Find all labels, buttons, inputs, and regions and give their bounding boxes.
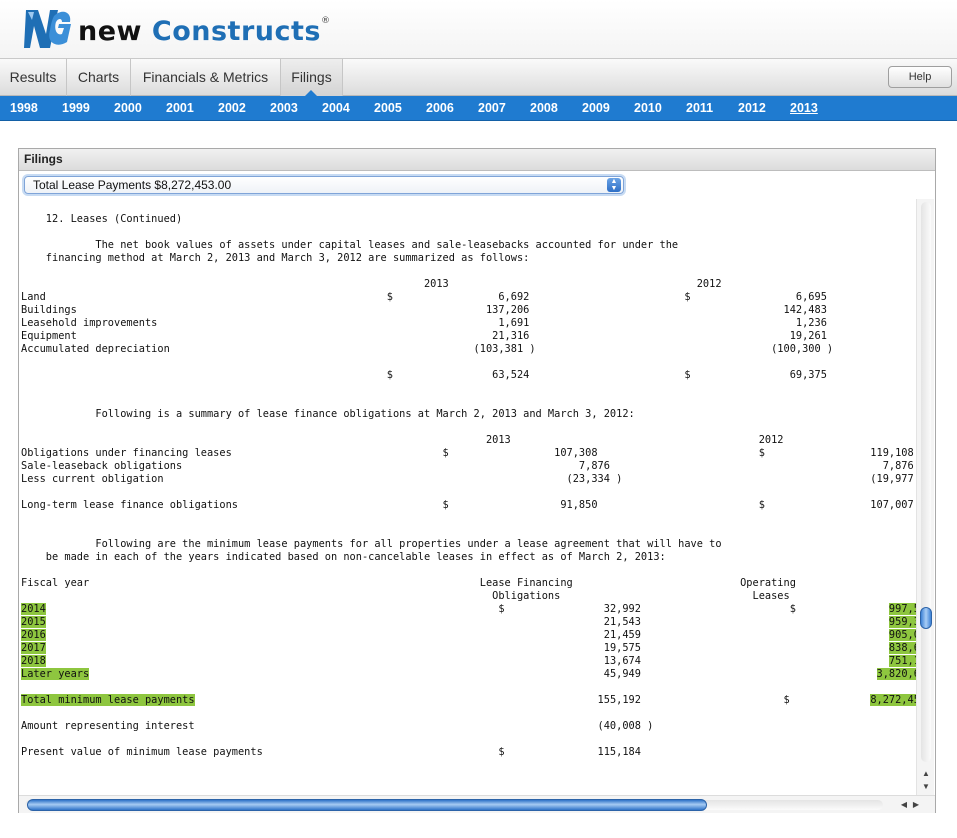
year-link-1999[interactable]: 1999: [62, 96, 90, 121]
filing-text-line: Obligations under financing leases $ 107…: [21, 447, 914, 459]
filing-text-line: Long-term lease finance obligations $ 91…: [21, 499, 914, 511]
year-link-2000[interactable]: 2000: [114, 96, 142, 121]
year-link-2007[interactable]: 2007: [478, 96, 506, 121]
filing-text-line: Following are the minimum lease payments…: [21, 538, 722, 550]
vertical-scroll-thumb[interactable]: [920, 607, 932, 629]
filing-text-line: Total minimum lease payments 155,192 $ 8…: [21, 694, 917, 706]
scroll-left-arrow-icon[interactable]: ◀: [899, 799, 909, 811]
horizontal-scrollbar[interactable]: ◀ ▶: [19, 795, 935, 813]
filing-text-line: be made in each of the years indicated b…: [21, 551, 666, 563]
filing-text-line: 2018 13,674 751,161: [21, 655, 917, 667]
filing-text-line: $ 63,524 $ 69,375: [21, 369, 827, 381]
filing-text-line: 2017 19,575 838,639: [21, 642, 917, 654]
scroll-right-arrow-icon[interactable]: ▶: [911, 799, 921, 811]
main-nav-tabs: Results Charts Financials & Metrics Fili…: [0, 58, 957, 97]
updown-arrows-icon: ▲ ▼: [607, 178, 621, 192]
tab-charts[interactable]: Charts: [67, 59, 131, 96]
filing-text-line: 2013 2012: [21, 278, 722, 290]
filing-text-line: Accumulated depreciation (103,381 ) (100…: [21, 343, 834, 355]
year-selector-bar: 1998 1999 2000 2001 2002 2003 2004 2005 …: [0, 96, 957, 121]
filing-text-line: Less current obligation (23,334 ) (19,97…: [21, 473, 917, 485]
filing-text-viewer: 12. Leases (Continued) The net book valu…: [21, 201, 917, 796]
year-link-2009[interactable]: 2009: [582, 96, 610, 121]
scroll-up-arrow-icon[interactable]: ▲: [921, 768, 931, 780]
new-constructs-logo-icon: [24, 10, 71, 48]
filing-text-line: 2014 $ 32,992 $ 997,548: [21, 603, 917, 615]
tab-results[interactable]: Results: [0, 59, 67, 96]
brand-wordmark: new Constructs®: [78, 16, 330, 47]
filing-text-line: Land $ 6,692 $ 6,695: [21, 291, 827, 303]
year-link-2011[interactable]: 2011: [686, 96, 713, 121]
filing-text-line: Amount representing interest (40,008 ): [21, 720, 654, 732]
filing-text-line: 2016 21,459 905,031: [21, 629, 917, 641]
filing-text-line: Fiscal year Lease Financing Operating: [21, 577, 796, 589]
year-link-2004[interactable]: 2004: [322, 96, 350, 121]
year-link-2013[interactable]: 2013: [790, 96, 818, 121]
filing-text-line: Buildings 137,206 142,483: [21, 304, 827, 316]
year-link-2001[interactable]: 2001: [166, 96, 194, 121]
panel-title: Filings: [19, 149, 935, 171]
year-link-2002[interactable]: 2002: [218, 96, 246, 121]
year-link-1998[interactable]: 1998: [10, 96, 38, 121]
filing-text-line: 12. Leases (Continued): [21, 213, 183, 225]
vertical-scrollbar[interactable]: ▲ ▼: [916, 199, 934, 797]
filing-text-line: 2013 2012: [21, 434, 784, 446]
filing-text-line: 2015 21,543 959,376: [21, 616, 917, 628]
filing-text-line: Later years 45,949 3,820,698: [21, 668, 917, 680]
brand-name-part-a: new: [78, 16, 152, 47]
year-link-2008[interactable]: 2008: [530, 96, 558, 121]
filing-section-select-value: Total Lease Payments $8,272,453.00: [33, 178, 232, 192]
filings-panel: Filings Total Lease Payments $8,272,453.…: [18, 148, 936, 813]
filing-text-line: Leasehold improvements 1,691 1,236: [21, 317, 827, 329]
filing-text-line: Present value of minimum lease payments …: [21, 746, 641, 758]
filing-text-line: financing method at March 2, 2013 and Ma…: [21, 252, 530, 264]
scroll-down-arrow-icon[interactable]: ▼: [921, 781, 931, 793]
year-link-2003[interactable]: 2003: [270, 96, 298, 121]
filing-text-line: Obligations Leases: [21, 590, 790, 602]
filing-section-select[interactable]: Total Lease Payments $8,272,453.00 ▲ ▼: [24, 176, 624, 194]
app-header: new Constructs®: [0, 0, 957, 58]
year-link-2005[interactable]: 2005: [374, 96, 402, 121]
help-button[interactable]: Help: [888, 66, 952, 88]
registered-mark: ®: [320, 16, 331, 26]
horizontal-scroll-thumb[interactable]: [27, 799, 707, 811]
filing-text-line: Sale-leaseback obligations 7,876 7,876: [21, 460, 914, 472]
vertical-scroll-track[interactable]: [921, 202, 931, 762]
filing-text-line: Following is a summary of lease finance …: [21, 408, 635, 420]
year-link-2006[interactable]: 2006: [426, 96, 454, 121]
tab-financials-metrics[interactable]: Financials & Metrics: [131, 59, 281, 96]
year-link-2012[interactable]: 2012: [738, 96, 766, 121]
filing-text-line: Equipment 21,316 19,261: [21, 330, 827, 342]
brand-name-part-b: Constructs: [151, 16, 321, 47]
filing-text-line: The net book values of assets under capi…: [21, 239, 679, 251]
year-link-2010[interactable]: 2010: [634, 96, 662, 121]
